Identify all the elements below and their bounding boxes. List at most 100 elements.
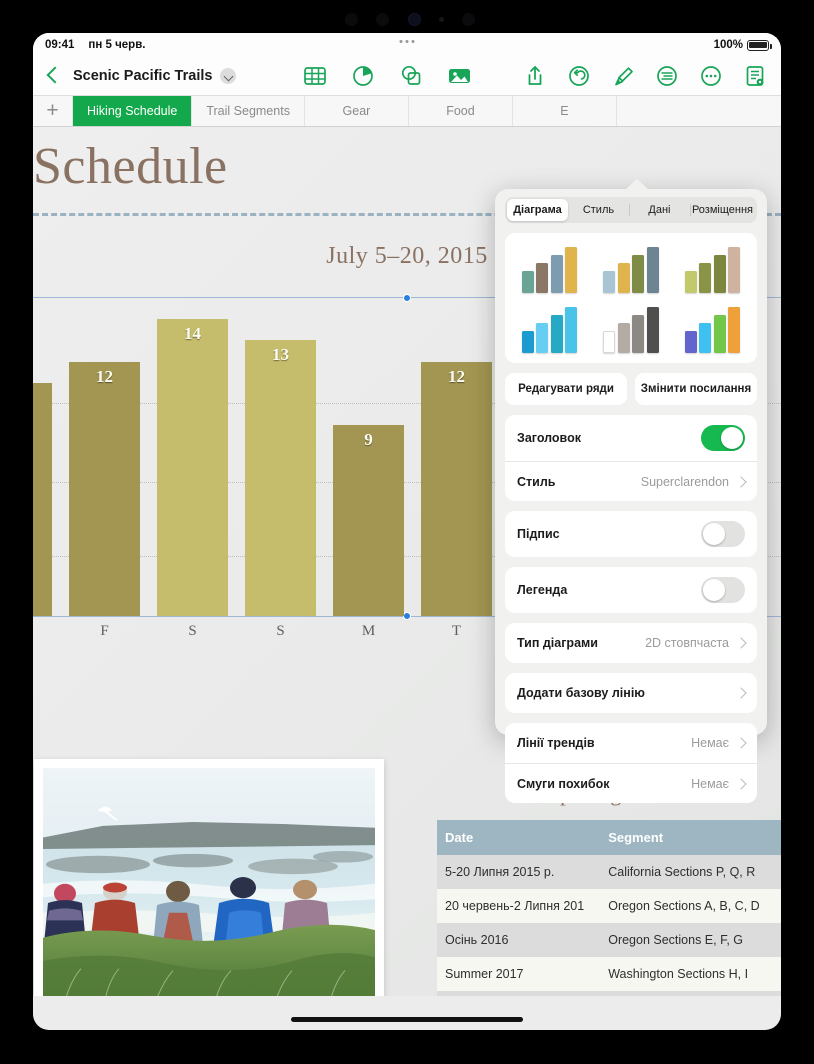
photo-card[interactable]: дата bbox=[34, 759, 384, 996]
sheet-tab-gear[interactable]: Gear bbox=[305, 96, 409, 126]
chart-bar[interactable]: 11 bbox=[33, 382, 52, 616]
media-icon[interactable] bbox=[447, 64, 471, 88]
chevron-right-icon bbox=[735, 637, 747, 649]
chart-title-toggle[interactable] bbox=[701, 425, 745, 451]
row-caption[interactable]: Підпис bbox=[505, 511, 757, 557]
cell-date[interactable]: Осінь 2016 bbox=[437, 923, 601, 958]
chevron-right-icon bbox=[735, 737, 747, 749]
chart-style-option-3[interactable] bbox=[674, 243, 751, 293]
caption-toggle[interactable] bbox=[701, 521, 745, 547]
text-format-icon[interactable] bbox=[655, 64, 679, 88]
row-error-bars[interactable]: Смуги похибок Немає bbox=[505, 763, 757, 803]
row-title-style[interactable]: Стиль Superclarendon bbox=[505, 461, 757, 501]
sheet-tab-hiking-schedule[interactable]: Hiking Schedule bbox=[73, 96, 193, 126]
x-axis-label: T bbox=[451, 623, 462, 639]
table-row[interactable]: Осінь 2017Washington Sections J, K, L bbox=[437, 991, 781, 996]
chart-bar[interactable]: 9 bbox=[333, 425, 404, 616]
edit-series-button[interactable]: Редагувати ряди bbox=[505, 373, 627, 405]
column-header-segment: Segment bbox=[600, 820, 781, 856]
chart-icon[interactable] bbox=[351, 64, 375, 88]
chart-bar[interactable]: 12 bbox=[69, 361, 140, 616]
chart-style-option-5[interactable] bbox=[592, 303, 669, 353]
chart-bar-column[interactable]: 14 bbox=[157, 298, 228, 616]
shapes-icon[interactable] bbox=[399, 64, 423, 88]
chevron-down-icon[interactable] bbox=[220, 68, 237, 84]
popover-segmented-control[interactable]: Діаграма Стиль Дані Розміщення bbox=[505, 197, 757, 223]
navigation-bar: Scenic Pacific Trails bbox=[33, 57, 781, 95]
cell-date[interactable]: Осінь 2017 bbox=[437, 991, 601, 996]
tab-arrange[interactable]: Розміщення bbox=[689, 199, 755, 221]
home-indicator[interactable] bbox=[291, 1017, 523, 1022]
row-legend[interactable]: Легенда bbox=[505, 567, 757, 613]
table-icon[interactable] bbox=[303, 64, 327, 88]
table-row[interactable]: Summer 2017 Washington Sections H, I bbox=[437, 957, 781, 992]
sheet-tab-trail-segments[interactable]: Trail Segments bbox=[192, 96, 305, 126]
chevron-right-icon bbox=[735, 475, 747, 488]
tab-style[interactable]: Стиль bbox=[568, 199, 629, 221]
format-brush-icon[interactable] bbox=[611, 64, 635, 88]
table-row[interactable]: 5-20 Липня 2015 р. California Sections P,… bbox=[437, 855, 781, 890]
legend-toggle[interactable] bbox=[701, 577, 745, 603]
row-chart-type[interactable]: Тип діаграми 2D стовпчаста bbox=[505, 623, 757, 663]
chart-style-option-6[interactable] bbox=[674, 303, 751, 353]
status-bar: 09:41 пн 5 черв. 100% bbox=[33, 33, 781, 57]
schedule-table[interactable]: Date Segment 5-20 Липня 2015 р. Californi… bbox=[437, 820, 781, 996]
chart-bar-column[interactable]: 11 bbox=[33, 298, 52, 616]
status-right-group: 100% bbox=[714, 39, 772, 51]
cell-segment[interactable]: Washington Sections J, K, L bbox=[600, 991, 781, 996]
style-thumb-bar bbox=[713, 255, 726, 293]
chart-bar-column[interactable]: 9 bbox=[333, 298, 404, 616]
bar-value-label: 14 bbox=[184, 324, 201, 344]
back-icon[interactable] bbox=[43, 64, 65, 88]
cell-date[interactable]: Summer 2017 bbox=[437, 957, 601, 992]
error-bars-value: Немає bbox=[691, 776, 729, 791]
x-axis-label: T bbox=[33, 623, 52, 640]
document-canvas[interactable]: g Schedule July 5–20, 2015 1112141391213… bbox=[33, 127, 781, 996]
tab-data[interactable]: Дані bbox=[628, 199, 690, 221]
row-chart-title[interactable]: Заголовок bbox=[505, 415, 757, 461]
chart-style-option-2[interactable] bbox=[592, 243, 669, 293]
chart-bar[interactable]: 14 bbox=[157, 319, 228, 616]
style-thumb-bar bbox=[521, 331, 534, 353]
chevron-right-icon bbox=[735, 777, 747, 790]
cell-segment[interactable]: California Sections P, Q, R bbox=[600, 855, 781, 890]
chart-style-option-1[interactable] bbox=[511, 243, 588, 293]
bar-value-label: 12 bbox=[96, 366, 113, 386]
style-thumb-bar bbox=[565, 307, 578, 353]
chart-style-option-4[interactable] bbox=[511, 303, 588, 353]
add-sheet-button[interactable]: + bbox=[33, 96, 73, 126]
chart-bar-column[interactable]: 12 bbox=[421, 298, 492, 616]
cell-segment[interactable]: Washington Sections H, I bbox=[600, 957, 781, 992]
chart-bar-column[interactable]: 13 bbox=[245, 298, 316, 616]
cell-date[interactable]: 5-20 Липня 2015 р. bbox=[437, 855, 601, 890]
front-camera-icon bbox=[407, 12, 421, 26]
tab-diagram[interactable]: Діаграма bbox=[507, 199, 568, 221]
cell-segment[interactable]: Oregon Sections A, B, C, D bbox=[600, 889, 781, 924]
schedule-table-body: 5-20 Липня 2015 р. California Sections P,… bbox=[437, 855, 781, 996]
multitasking-dots-icon[interactable] bbox=[399, 40, 415, 43]
chart-format-popover[interactable]: Діаграма Стиль Дані Розміщення Редагуват… bbox=[495, 179, 767, 803]
table-row[interactable]: Осінь 2016 Oregon Sections E, F, G bbox=[437, 923, 781, 958]
row-add-baseline[interactable]: Додати базову лінію bbox=[505, 673, 757, 713]
chart-bar[interactable]: 13 bbox=[245, 340, 316, 616]
sheet-tab-extra[interactable]: E bbox=[513, 96, 617, 126]
document-options-icon[interactable] bbox=[743, 64, 767, 88]
style-thumb-bar bbox=[646, 247, 659, 293]
undo-icon[interactable] bbox=[567, 64, 591, 88]
popover-arrow bbox=[625, 179, 649, 190]
more-icon[interactable] bbox=[699, 64, 723, 88]
change-reference-button[interactable]: Змінити посилання bbox=[635, 373, 757, 405]
tablet-device: 09:41 пн 5 черв. 100% Scenic Pacific Tra… bbox=[0, 0, 814, 1064]
style-thumb-bar bbox=[536, 263, 549, 293]
sheet-tab-food[interactable]: Food bbox=[409, 96, 513, 126]
cell-date[interactable]: 20 червень-2 Липня 201 bbox=[437, 889, 601, 924]
chart-bar-column[interactable]: 12 bbox=[69, 298, 140, 616]
chart-bar[interactable]: 12 bbox=[421, 361, 492, 616]
style-thumb-bar bbox=[550, 255, 563, 293]
cell-segment[interactable]: Oregon Sections E, F, G bbox=[600, 923, 781, 958]
table-row[interactable]: 20 червень-2 Липня 201 Oregon Sections A,… bbox=[437, 889, 781, 924]
bar-value-label: 12 bbox=[448, 366, 465, 386]
document-heading: g Schedule bbox=[33, 138, 228, 195]
share-icon[interactable] bbox=[523, 64, 547, 88]
row-trendlines[interactable]: Лінії трендів Немає bbox=[505, 723, 757, 763]
